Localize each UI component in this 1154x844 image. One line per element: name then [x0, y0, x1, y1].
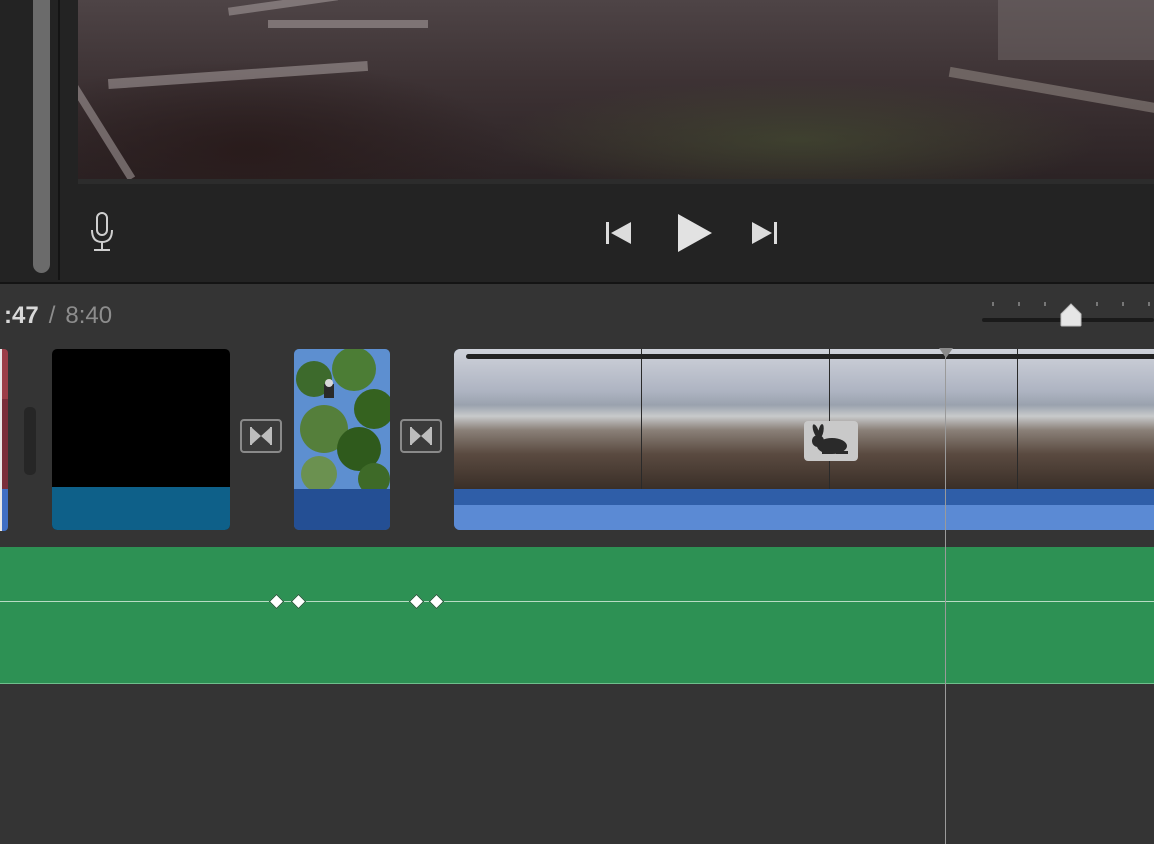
zoom-tick [1148, 302, 1150, 306]
volume-keyframe[interactable] [290, 593, 307, 610]
tree-thumbnail [294, 349, 390, 489]
video-track [0, 345, 1154, 545]
video-detail [998, 0, 1154, 60]
video-detail [227, 0, 339, 16]
previous-clip-edge[interactable] [0, 349, 8, 531]
background-music-track[interactable] [0, 547, 1154, 684]
skip-back-icon[interactable] [603, 217, 635, 249]
zoom-tick [1044, 302, 1046, 306]
rabbit-icon[interactable] [804, 421, 858, 461]
clip-frame [1018, 349, 1154, 489]
video-detail [948, 66, 1154, 114]
viewer-panel [0, 0, 1154, 283]
time-separator: / [48, 302, 56, 329]
current-time: :47 [4, 302, 39, 329]
zoom-tick [1018, 302, 1020, 306]
transition-button[interactable] [240, 419, 282, 453]
zoom-thumb[interactable] [1060, 303, 1082, 327]
video-preview[interactable] [78, 0, 1154, 183]
transition-button[interactable] [400, 419, 442, 453]
timecode-display: :47 / 8:40 [4, 302, 112, 332]
zoom-tick [1122, 302, 1124, 306]
tree-clip[interactable] [294, 349, 390, 530]
clip-audio [52, 487, 230, 530]
clip-frame [642, 349, 830, 489]
zoom-slider[interactable] [982, 298, 1154, 332]
track-handle[interactable] [24, 407, 36, 475]
bowtie-transition-icon [410, 427, 432, 445]
volume-line[interactable] [0, 601, 1154, 602]
audio-waveform [454, 505, 1154, 530]
video-detail [107, 60, 369, 90]
clip-frame [454, 349, 642, 489]
clip-audio [294, 489, 390, 530]
panel-divider [0, 282, 1154, 284]
clip-frame [830, 349, 1018, 489]
beach-clip[interactable] [454, 349, 1154, 530]
playhead-marker[interactable] [939, 348, 953, 358]
volume-keyframe[interactable] [408, 593, 425, 610]
viewer-divider [58, 0, 60, 280]
video-detail [268, 20, 428, 28]
bowtie-transition-icon [250, 427, 272, 445]
skip-forward-icon[interactable] [749, 217, 781, 249]
play-icon[interactable] [672, 210, 716, 256]
volume-keyframe[interactable] [268, 593, 285, 610]
zoom-tick [1096, 302, 1098, 306]
video-detail [78, 49, 136, 181]
total-time: 8:40 [65, 302, 113, 329]
microphone-icon[interactable] [86, 210, 118, 254]
viewer-scrollbar[interactable] [33, 0, 50, 273]
black-clip[interactable] [52, 349, 230, 530]
zoom-tick [992, 302, 994, 306]
video-bottom-bar [78, 179, 1154, 184]
clip-scrub-bar[interactable] [466, 354, 1154, 359]
playhead[interactable] [945, 348, 946, 844]
volume-keyframe[interactable] [428, 593, 445, 610]
